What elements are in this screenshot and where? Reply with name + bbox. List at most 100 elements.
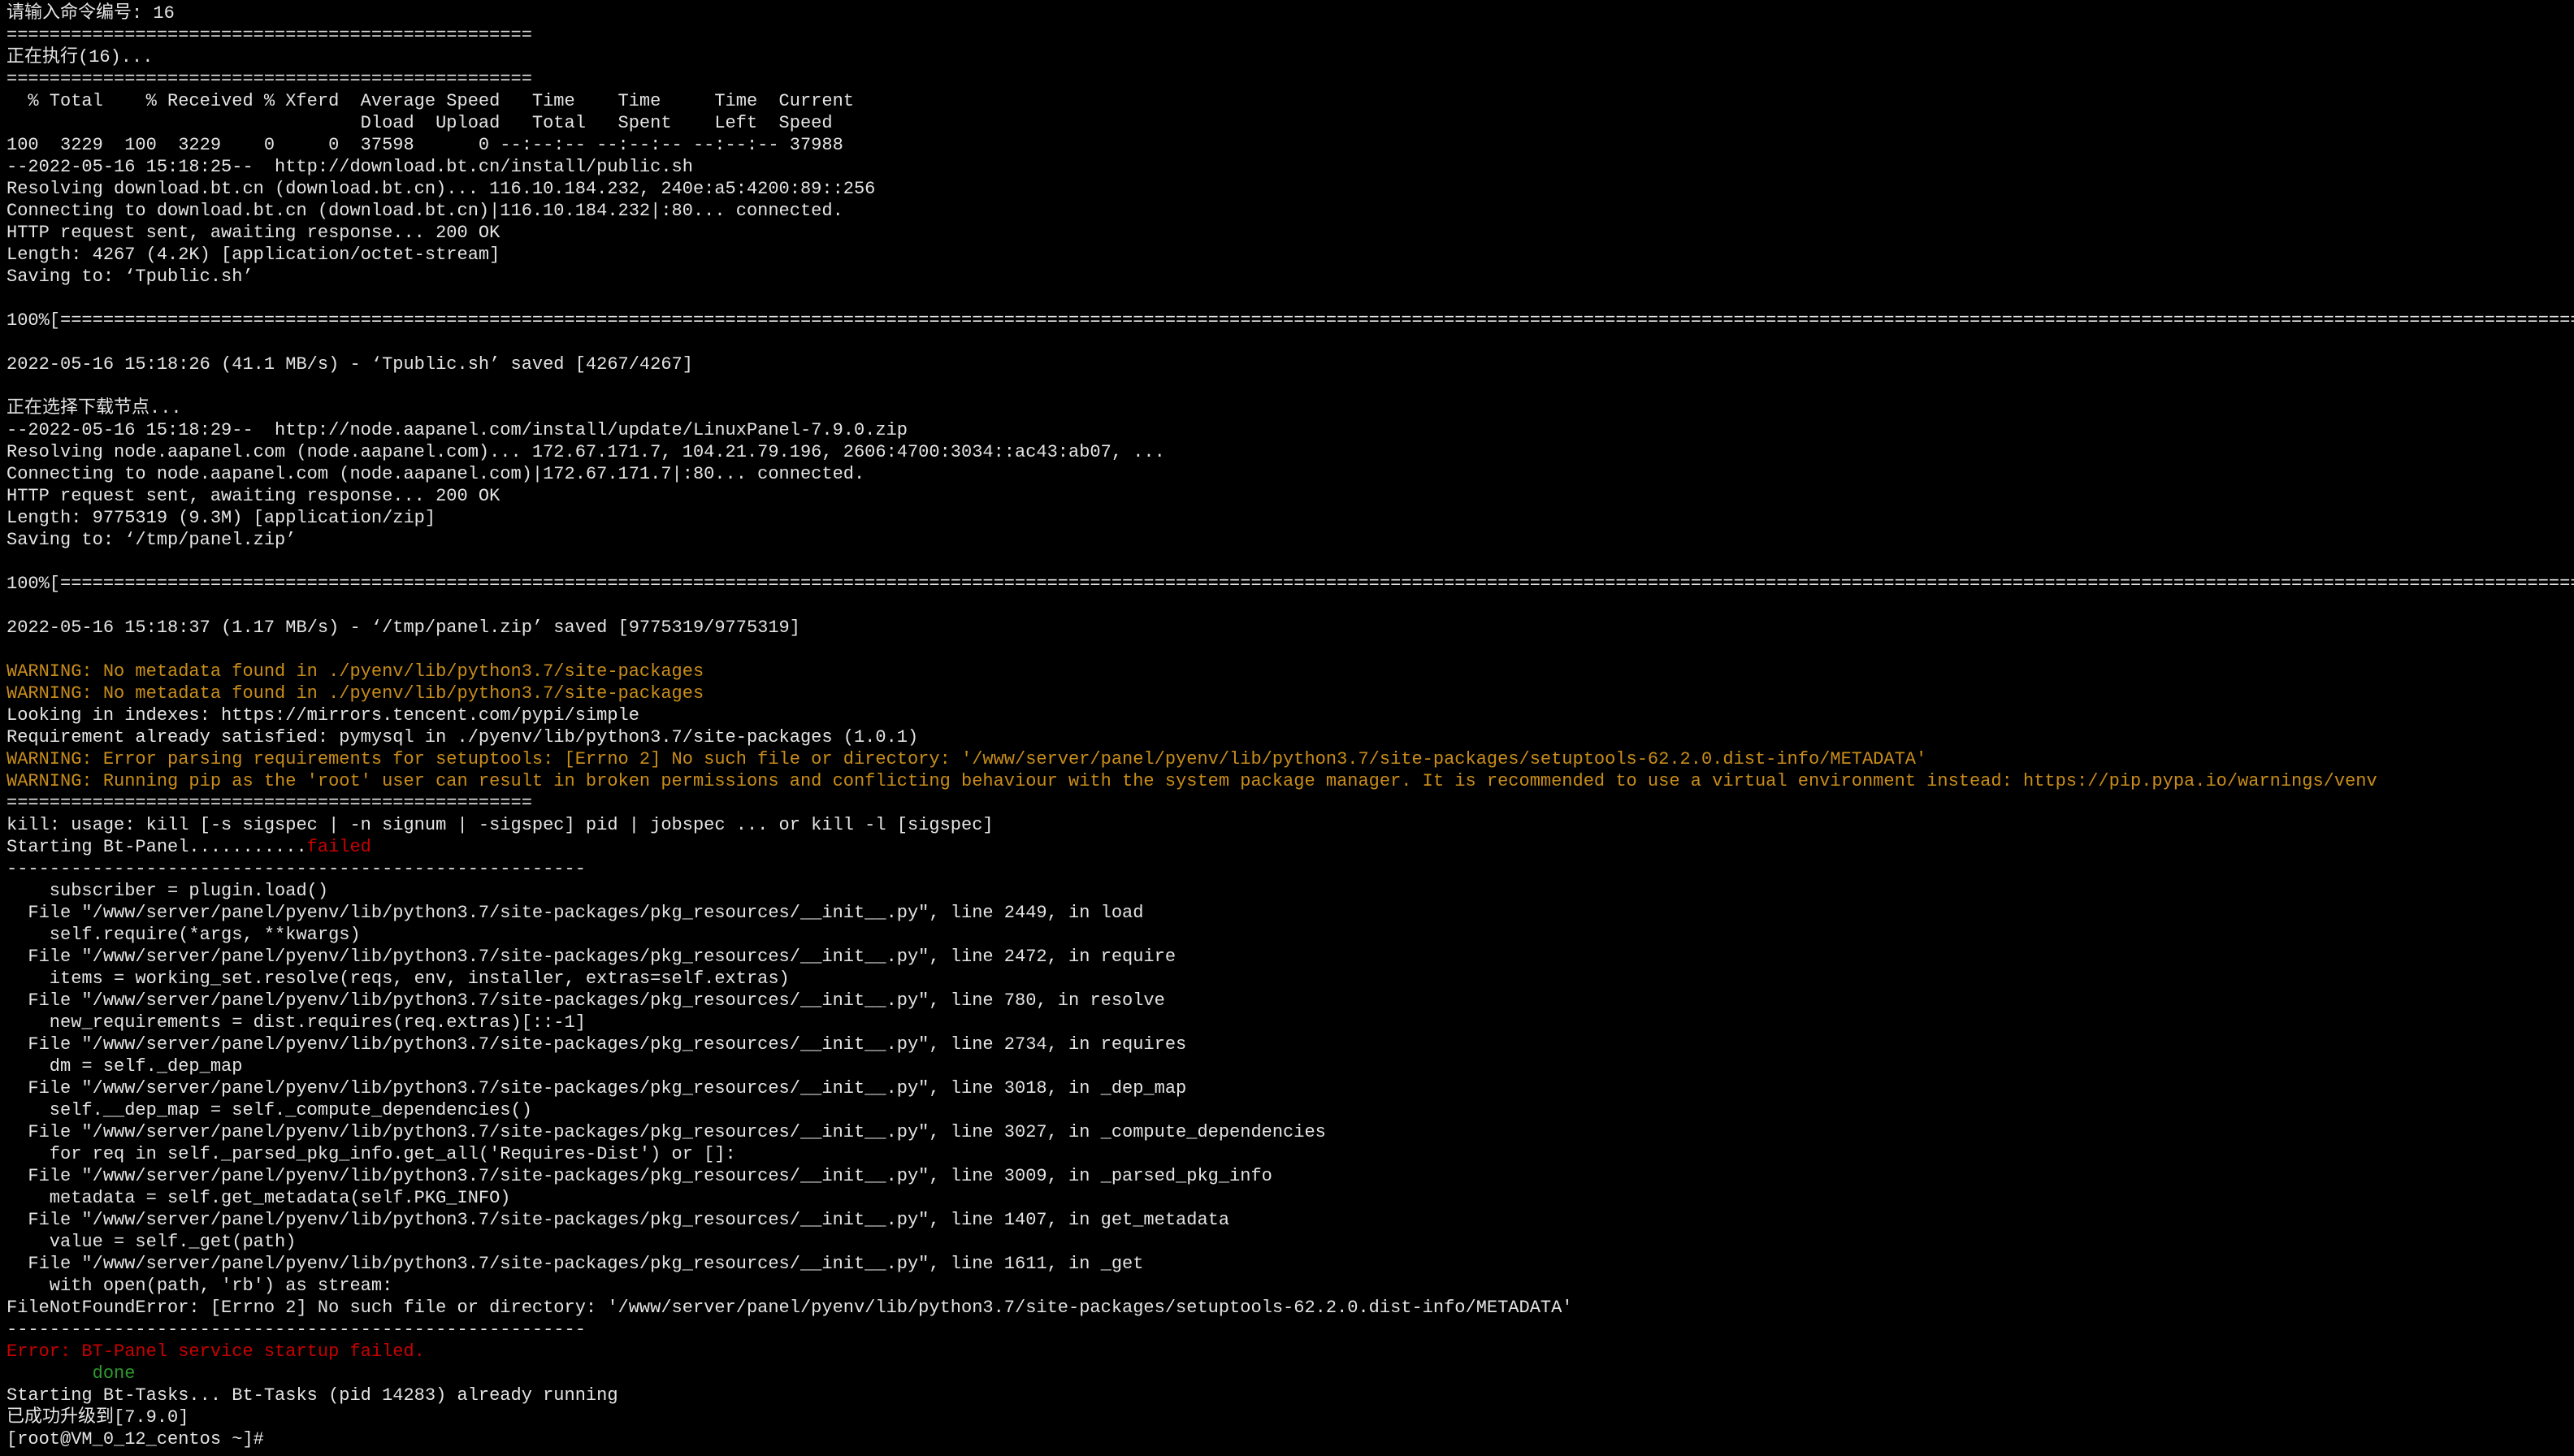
line-text: 100%[===================================… bbox=[6, 574, 2574, 594]
output-line: File "/www/server/panel/pyenv/lib/python… bbox=[6, 1121, 2574, 1143]
line-text: File "/www/server/panel/pyenv/lib/python… bbox=[6, 947, 1176, 967]
output-line: File "/www/server/panel/pyenv/lib/python… bbox=[6, 990, 2574, 1012]
output-line: Looking in indexes: https://mirrors.tenc… bbox=[6, 704, 2574, 726]
output-line: File "/www/server/panel/pyenv/lib/python… bbox=[6, 1165, 2574, 1187]
line-text: FileNotFoundError: [Errno 2] No such fil… bbox=[6, 1298, 1573, 1318]
line-text: 已成功升级到[7.9.0] bbox=[6, 1407, 189, 1428]
line-text bbox=[6, 1363, 93, 1384]
line-text: 正在执行(16)... bbox=[6, 47, 154, 67]
output-line: File "/www/server/panel/pyenv/lib/python… bbox=[6, 1209, 2574, 1231]
line-text: metadata = self.get_metadata(self.PKG_IN… bbox=[6, 1188, 511, 1208]
output-line: 100 3229 100 3229 0 0 37598 0 --:--:-- -… bbox=[6, 134, 2574, 156]
output-line: self.__dep_map = self._compute_dependenc… bbox=[6, 1099, 2574, 1121]
output-line: 正在选择下载节点... bbox=[6, 397, 2574, 419]
line-text: WARNING: No metadata found in ./pyenv/li… bbox=[6, 661, 704, 682]
line-text: --2022-05-16 15:18:29-- http://node.aapa… bbox=[6, 420, 908, 440]
line-text: --2022-05-16 15:18:25-- http://download.… bbox=[6, 157, 693, 177]
line-text: self.__dep_map = self._compute_dependenc… bbox=[6, 1100, 532, 1120]
line-text: File "/www/server/panel/pyenv/lib/python… bbox=[6, 1078, 1187, 1098]
output-line: FileNotFoundError: [Errno 2] No such fil… bbox=[6, 1297, 2574, 1319]
output-line: self.require(*args, **kwargs) bbox=[6, 924, 2574, 946]
status-failed: failed bbox=[306, 837, 371, 857]
line-text: value = self._get(path) bbox=[6, 1232, 297, 1252]
terminal-output: 请输入命令编号: 16 =============================… bbox=[6, 2, 2574, 1450]
terminal-cursor bbox=[275, 1429, 284, 1447]
output-line: File "/www/server/panel/pyenv/lib/python… bbox=[6, 1253, 2574, 1275]
line-text: 请输入命令编号: 16 bbox=[6, 3, 175, 24]
prompt-line[interactable]: [root@VM_0_12_centos ~]# bbox=[6, 1428, 2574, 1450]
output-line: 100%[===================================… bbox=[6, 573, 2574, 595]
output-line: with open(path, 'rb') as stream: bbox=[6, 1275, 2574, 1297]
warning-line: WARNING: Error parsing requirements for … bbox=[6, 748, 2574, 770]
line-text: with open(path, 'rb') as stream: bbox=[6, 1276, 393, 1296]
output-line: new_requirements = dist.requires(req.ext… bbox=[6, 1012, 2574, 1034]
output-line: Saving to: ‘Tpublic.sh’ bbox=[6, 266, 2574, 288]
line-text: dm = self._dep_map bbox=[6, 1056, 243, 1077]
output-line: Starting Bt-Tasks... Bt-Tasks (pid 14283… bbox=[6, 1384, 2574, 1406]
error-line: Error: BT-Panel service startup failed. bbox=[6, 1341, 2574, 1363]
line-text: File "/www/server/panel/pyenv/lib/python… bbox=[6, 1210, 1230, 1230]
output-line: done bbox=[6, 1363, 2574, 1384]
output-line: Saving to: ‘/tmp/panel.zip’ bbox=[6, 529, 2574, 551]
line-text: Starting Bt-Panel........... bbox=[6, 837, 307, 857]
line-text: WARNING: No metadata found in ./pyenv/li… bbox=[6, 683, 704, 704]
line-text: WARNING: Running pip as the 'root' user … bbox=[6, 771, 2377, 791]
line-text: File "/www/server/panel/pyenv/lib/python… bbox=[6, 1034, 1187, 1055]
line-text: 100 3229 100 3229 0 0 37598 0 --:--:-- -… bbox=[6, 135, 843, 155]
output-line: 请输入命令编号: 16 bbox=[6, 2, 2574, 24]
line-text: File "/www/server/panel/pyenv/lib/python… bbox=[6, 990, 1165, 1011]
output-line: Resolving node.aapanel.com (node.aapanel… bbox=[6, 441, 2574, 463]
line-text: subscriber = plugin.load() bbox=[6, 881, 329, 901]
output-line: ----------------------------------------… bbox=[6, 1319, 2574, 1341]
shell-prompt: [root@VM_0_12_centos ~]# bbox=[6, 1429, 275, 1450]
line-text: self.require(*args, **kwargs) bbox=[6, 925, 361, 945]
line-text: % Total % Received % Xferd Average Speed… bbox=[6, 91, 854, 111]
output-line: 2022-05-16 15:18:37 (1.17 MB/s) - ‘/tmp/… bbox=[6, 617, 2574, 639]
output-line: Connecting to download.bt.cn (download.b… bbox=[6, 200, 2574, 222]
output-line: --2022-05-16 15:18:25-- http://download.… bbox=[6, 156, 2574, 178]
output-line: Connecting to node.aapanel.com (node.aap… bbox=[6, 463, 2574, 485]
line-text: Connecting to node.aapanel.com (node.aap… bbox=[6, 464, 865, 484]
output-line: for req in self._parsed_pkg_info.get_all… bbox=[6, 1143, 2574, 1165]
line-text: ========================================… bbox=[6, 69, 532, 89]
line-text: 100%[===================================… bbox=[6, 310, 2574, 331]
output-line: --2022-05-16 15:18:29-- http://node.aapa… bbox=[6, 419, 2574, 441]
line-text: ----------------------------------------… bbox=[6, 1320, 586, 1340]
line-text: Resolving node.aapanel.com (node.aapanel… bbox=[6, 442, 1165, 462]
line-text: for req in self._parsed_pkg_info.get_all… bbox=[6, 1144, 736, 1164]
line-text: File "/www/server/panel/pyenv/lib/python… bbox=[6, 903, 1144, 923]
output-line: value = self._get(path) bbox=[6, 1231, 2574, 1253]
terminal-window[interactable]: 请输入命令编号: 16 =============================… bbox=[0, 0, 2574, 1456]
line-text: ========================================… bbox=[6, 25, 532, 46]
line-text: File "/www/server/panel/pyenv/lib/python… bbox=[6, 1166, 1272, 1186]
output-line: File "/www/server/panel/pyenv/lib/python… bbox=[6, 1077, 2574, 1099]
output-line: items = working_set.resolve(reqs, env, i… bbox=[6, 968, 2574, 990]
line-text: HTTP request sent, awaiting response... … bbox=[6, 486, 500, 506]
output-line: metadata = self.get_metadata(self.PKG_IN… bbox=[6, 1187, 2574, 1209]
output-line: ----------------------------------------… bbox=[6, 858, 2574, 880]
output-line: dm = self._dep_map bbox=[6, 1055, 2574, 1077]
line-text: 正在选择下载节点... bbox=[6, 398, 182, 418]
output-line: Requirement already satisfied: pymysql i… bbox=[6, 726, 2574, 748]
output-line: 已成功升级到[7.9.0] bbox=[6, 1406, 2574, 1428]
output-line: HTTP request sent, awaiting response... … bbox=[6, 222, 2574, 244]
line-text: HTTP request sent, awaiting response... … bbox=[6, 223, 500, 243]
output-line: ========================================… bbox=[6, 68, 2574, 90]
status-done: done bbox=[92, 1363, 136, 1384]
warning-line: WARNING: No metadata found in ./pyenv/li… bbox=[6, 682, 2574, 704]
output-line: 100%[===================================… bbox=[6, 310, 2574, 332]
output-line: 正在执行(16)... bbox=[6, 46, 2574, 68]
line-text: Dload Upload Total Spent Left Speed bbox=[6, 113, 833, 133]
output-line: 2022-05-16 15:18:26 (41.1 MB/s) - ‘Tpubl… bbox=[6, 353, 2574, 375]
line-text: Saving to: ‘/tmp/panel.zip’ bbox=[6, 530, 297, 550]
line-text: 2022-05-16 15:18:26 (41.1 MB/s) - ‘Tpubl… bbox=[6, 354, 693, 375]
line-text: ========================================… bbox=[6, 793, 532, 813]
output-line: File "/www/server/panel/pyenv/lib/python… bbox=[6, 1034, 2574, 1055]
output-line: kill: usage: kill [-s sigspec | -n signu… bbox=[6, 814, 2574, 836]
line-text: 2022-05-16 15:18:37 (1.17 MB/s) - ‘/tmp/… bbox=[6, 618, 800, 638]
line-text: ----------------------------------------… bbox=[6, 859, 586, 879]
